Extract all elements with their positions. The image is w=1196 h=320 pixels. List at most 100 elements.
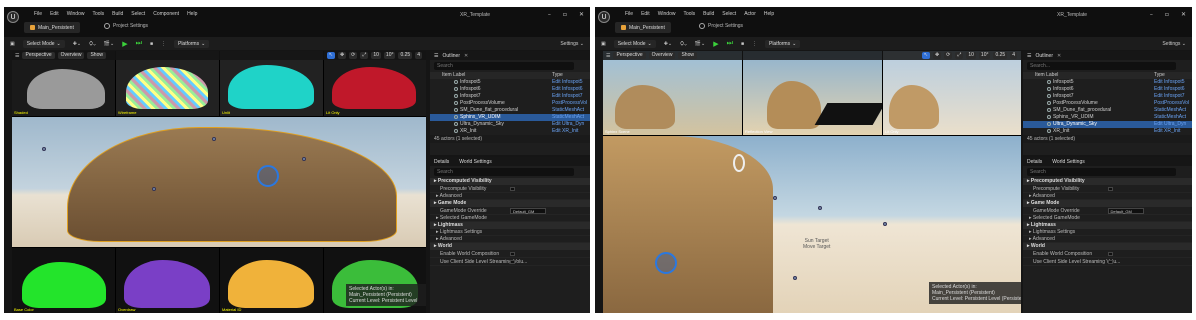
rotate-icon[interactable]: ⟳	[944, 52, 953, 59]
menu-item[interactable]: Build	[112, 11, 123, 17]
outliner-row-type[interactable]: PostProcessVol	[1154, 100, 1192, 107]
select-mode-button[interactable]: Select Mode ⌄	[613, 39, 656, 48]
checkbox[interactable]	[510, 252, 515, 256]
outliner-tab[interactable]: ☰ Outliner ✕	[430, 51, 590, 60]
details-subsection[interactable]: ▸ Advanced	[430, 236, 590, 243]
add-content-icon[interactable]: ✚⌄	[73, 41, 81, 47]
tab-details[interactable]: Details	[434, 159, 449, 165]
hamburger-icon[interactable]: ☰	[606, 53, 610, 59]
rotation-snap-value[interactable]: 10°	[978, 52, 991, 59]
outliner-row-type[interactable]: Edit Infospot6	[1154, 86, 1192, 93]
minimize-icon[interactable]: –	[1150, 11, 1153, 18]
checkbox[interactable]	[1107, 260, 1113, 264]
sun-target-icon[interactable]	[733, 154, 745, 172]
platforms-button[interactable]: Platforms ⌄	[764, 39, 801, 48]
outliner-row-type[interactable]: PostProcessVol	[552, 100, 590, 107]
save-icon[interactable]: ▣	[601, 41, 606, 47]
grid-snap-value[interactable]: 10	[966, 52, 976, 59]
details-subsection[interactable]: ▸ Advanced	[1023, 193, 1192, 200]
view-mode-button[interactable]: Overview	[648, 52, 676, 59]
col-type[interactable]: Type	[1154, 72, 1192, 79]
menu-item[interactable]: Select	[131, 11, 145, 17]
outliner-row[interactable]: XR_Init Edit XR_Init	[1023, 128, 1192, 135]
viewport-tile[interactable]: Wireframe	[116, 51, 219, 116]
cinematics-icon[interactable]: 🎬⌄	[104, 41, 114, 47]
details-subsection[interactable]: ▸ Lightmass Settings	[1023, 229, 1192, 236]
perspective-button[interactable]: Perspective	[613, 52, 646, 59]
outliner-row[interactable]: Infospot7 Edit Infospot7	[1023, 93, 1192, 100]
more-icon[interactable]: ⋮	[161, 41, 166, 47]
settings-button[interactable]: Settings ⌄	[560, 41, 584, 47]
project-settings-tab[interactable]: Project Settings	[104, 23, 148, 29]
camera-speed-value[interactable]: 4	[1010, 52, 1017, 59]
unreal-logo-icon[interactable]: U	[598, 11, 610, 23]
outliner-row[interactable]: Infospot6 Edit Infospot6	[430, 86, 590, 93]
outliner-row[interactable]: SM_Dune_flat_procedural StaticMeshAct	[430, 107, 590, 114]
outliner-search-input[interactable]: Search	[434, 62, 574, 70]
project-settings-tab[interactable]: Project Settings	[699, 23, 743, 29]
outliner-row-type[interactable]: Edit Infospot5	[1154, 79, 1192, 86]
perspective-button[interactable]: Perspective	[22, 52, 55, 59]
rotate-icon[interactable]: ⟳	[349, 52, 358, 59]
gamemode-dropdown[interactable]: Default_GM	[1107, 208, 1144, 214]
save-icon[interactable]: ▣	[10, 41, 15, 47]
outliner-row[interactable]: Sphinx_VR_UDIM StaticMeshAct	[430, 114, 590, 121]
details-subsection[interactable]: ▸ Lightmass Settings	[430, 229, 590, 236]
outliner-row[interactable]: Sphinx_VR_UDIM StaticMeshAct	[1023, 114, 1192, 121]
menu-item[interactable]: Window	[658, 11, 676, 17]
menu-item[interactable]: Window	[67, 11, 85, 17]
outliner-row[interactable]: Infospot6 Edit Infospot6	[1023, 86, 1192, 93]
main-perspective-view[interactable]	[12, 117, 426, 247]
outliner-row-type[interactable]: StaticMeshAct	[1154, 107, 1192, 114]
details-subsection[interactable]: ▸ Selected GameMode	[1023, 215, 1192, 222]
menu-item[interactable]: Build	[703, 11, 714, 17]
close-tab-icon[interactable]: ✕	[464, 53, 468, 59]
maximize-icon[interactable]: ▫	[563, 11, 567, 18]
outliner-tab[interactable]: ☰ Outliner ✕	[1023, 51, 1192, 60]
level-tab[interactable]: Main_Persistent	[615, 22, 671, 33]
viewport[interactable]: ☰ Perspective Overview Show ↖ ✥ ⟳ ⤢ 10 1…	[603, 51, 1021, 313]
stop-icon[interactable]: ■	[741, 41, 744, 47]
tab-details[interactable]: Details	[1027, 159, 1042, 165]
col-type[interactable]: Type	[552, 72, 590, 79]
translate-icon[interactable]: ✥	[932, 52, 942, 59]
details-category[interactable]: ▸ World	[430, 243, 590, 250]
blueprint-icon[interactable]: ⛭⌄	[680, 41, 687, 47]
viewport[interactable]: ☰ Perspective Overview Show ↖ ✥ ⟳ ⤢ 10 1…	[12, 51, 426, 313]
view-mode-button[interactable]: Overview	[57, 52, 85, 59]
outliner-row[interactable]: SM_Dune_flat_procedural StaticMeshAct	[1023, 107, 1192, 114]
checkbox[interactable]	[1107, 252, 1113, 256]
details-category[interactable]: ▸ Game Mode	[430, 200, 590, 207]
outliner-row[interactable]: XR_Init Edit XR_Init	[430, 128, 590, 135]
checkbox[interactable]	[1107, 187, 1113, 191]
checkbox[interactable]	[510, 187, 515, 191]
blueprint-icon[interactable]: ⛭⌄	[89, 41, 96, 47]
scale-snap-value[interactable]: 0.25	[398, 52, 413, 59]
tab-world-settings[interactable]: World Settings	[459, 159, 491, 165]
outliner-row-type[interactable]: Edit Infospot6	[552, 86, 590, 93]
platforms-button[interactable]: Platforms ⌄	[173, 39, 210, 48]
viewport-tile[interactable]: Reflection View	[743, 51, 882, 135]
stop-icon[interactable]: ■	[150, 41, 153, 47]
outliner-row-type[interactable]: StaticMeshAct	[552, 107, 590, 114]
play-icon[interactable]: ▶	[122, 40, 127, 48]
select-tool-icon[interactable]: ↖	[921, 52, 930, 59]
level-tab[interactable]: Main_Persistent	[24, 22, 80, 33]
menu-item[interactable]: Select	[722, 11, 736, 17]
select-mode-button[interactable]: Select Mode ⌄	[22, 39, 65, 48]
outliner-row[interactable]: PostProcessVolume PostProcessVol	[1023, 100, 1192, 107]
details-subsection[interactable]: ▸ Advanced	[1023, 236, 1192, 243]
outliner-row-type[interactable]: StaticMeshAct	[552, 114, 590, 121]
viewport-tile[interactable]: Lit Only	[883, 51, 1021, 135]
menu-item[interactable]: File	[34, 11, 42, 17]
viewport-tile[interactable]: Lit Only	[324, 51, 426, 116]
close-tab-icon[interactable]: ✕	[1057, 53, 1061, 59]
transform-gizmo[interactable]	[257, 165, 279, 187]
menu-item[interactable]: Actor	[744, 11, 756, 17]
camera-speed-value[interactable]: 4	[415, 52, 422, 59]
col-item-label[interactable]: Item Label	[442, 72, 552, 79]
details-category[interactable]: ▸ Lightmass	[430, 222, 590, 229]
viewport-tile[interactable]: Material ID	[220, 248, 323, 313]
details-search-input[interactable]: Search	[1027, 168, 1176, 176]
transform-gizmo[interactable]	[655, 252, 677, 274]
